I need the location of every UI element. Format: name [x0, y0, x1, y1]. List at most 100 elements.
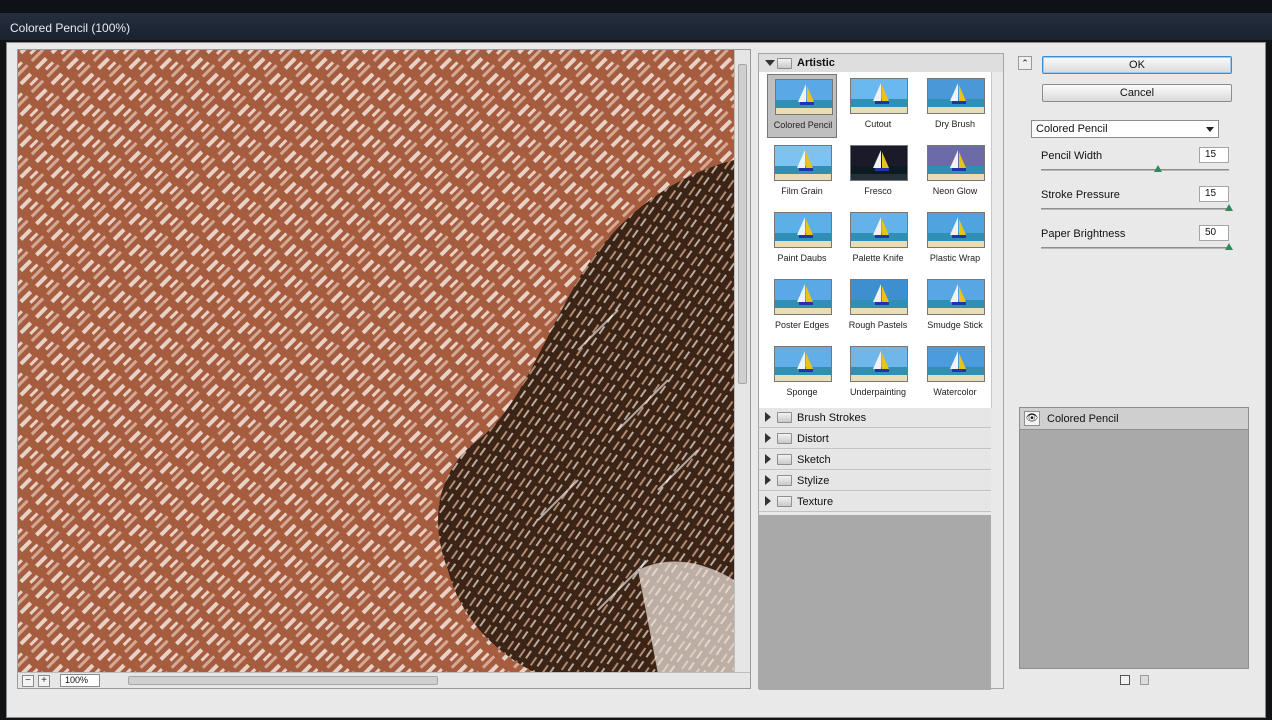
window-titlebar: Colored Pencil (100%) — [0, 0, 1272, 40]
effect-layer-row[interactable]: 👁 Colored Pencil — [1020, 408, 1248, 430]
filter-thumb-rough-pastels[interactable]: Rough Pastels — [843, 275, 913, 339]
filter-thumb-colored-pencil[interactable]: Colored Pencil — [767, 74, 837, 138]
filter-thumb-image — [774, 346, 832, 382]
filter-thumb-image — [927, 78, 985, 114]
filter-thumb-label: Film Grain — [781, 186, 823, 196]
param-slider-knob[interactable] — [1153, 165, 1162, 172]
preview-vertical-scroll-thumb[interactable] — [738, 64, 747, 384]
filter-thumb-label: Palette Knife — [852, 253, 904, 263]
filter-thumb-label: Cutout — [864, 119, 892, 129]
category-label: Brush Strokes — [797, 412, 867, 424]
filter-thumb-image — [927, 346, 985, 382]
filter-thumb-plastic-wrap[interactable]: Plastic Wrap — [920, 208, 990, 272]
filter-thumb-sponge[interactable]: Sponge — [767, 342, 837, 406]
category-label: Stylize — [797, 475, 830, 487]
preview-image[interactable] — [18, 50, 734, 674]
param-label: Paper Brightness — [1041, 228, 1126, 240]
eye-icon[interactable]: 👁 — [1024, 411, 1040, 426]
preview-vertical-scrollbar[interactable] — [734, 50, 750, 674]
collapsed-triangle-icon — [765, 475, 771, 485]
expanded-triangle-icon — [765, 60, 775, 66]
category-stylize[interactable]: Stylize — [759, 471, 991, 491]
filter-thumb-label: Paint Daubs — [777, 253, 827, 263]
param-label: Pencil Width — [1041, 150, 1103, 162]
filter-thumb-label: Rough Pastels — [848, 320, 908, 330]
filter-thumb-neon-glow[interactable]: Neon Glow — [920, 141, 990, 205]
filter-select[interactable]: Colored Pencil — [1031, 120, 1219, 138]
collapsed-triangle-icon — [765, 412, 771, 422]
preview-horizontal-scrollbar[interactable]: − + 100% — [18, 672, 750, 688]
folder-icon — [777, 412, 792, 423]
category-texture[interactable]: Texture — [759, 492, 991, 512]
filter-thumb-underpainting[interactable]: Underpainting — [843, 342, 913, 406]
filter-thumb-image — [927, 145, 985, 181]
param-paper-brightness: Paper Brightness 50 — [1041, 225, 1235, 258]
param-slider-knob[interactable] — [1225, 204, 1233, 211]
preview-pane[interactable]: − + 100% — [17, 49, 751, 689]
effect-layer-label: Colored Pencil — [1047, 413, 1119, 425]
param-slider-track[interactable] — [1041, 247, 1229, 249]
filter-thumb-image — [927, 279, 985, 315]
filter-thumb-dry-brush[interactable]: Dry Brush — [920, 74, 990, 138]
category-label: Texture — [797, 496, 834, 508]
filter-thumb-label: Neon Glow — [932, 186, 978, 196]
filter-thumb-image — [850, 346, 908, 382]
window-title: Colored Pencil (100%) — [10, 21, 131, 35]
param-value-field[interactable]: 15 — [1199, 147, 1229, 163]
category-sketch[interactable]: Sketch — [759, 450, 991, 470]
filter-thumb-fresco[interactable]: Fresco — [843, 141, 913, 205]
category-brush-strokes[interactable]: Brush Strokes — [759, 408, 991, 428]
zoom-out-button[interactable]: − — [22, 675, 34, 687]
filter-thumb-label: Plastic Wrap — [929, 253, 981, 263]
filter-thumb-image — [850, 78, 908, 114]
preview-image-art — [18, 50, 734, 674]
param-pencil-width: Pencil Width 15 — [1041, 147, 1235, 180]
filter-thumb-image — [775, 79, 833, 115]
folder-icon — [777, 58, 792, 69]
collapsed-triangle-icon — [765, 454, 771, 464]
filter-thumb-image — [774, 212, 832, 248]
param-slider-knob[interactable] — [1225, 243, 1233, 250]
filter-thumb-cutout[interactable]: Cutout — [843, 74, 913, 138]
filter-thumb-film-grain[interactable]: Film Grain — [767, 141, 837, 205]
gallery-scrollbar[interactable] — [991, 72, 1003, 408]
filter-thumb-image — [850, 279, 908, 315]
param-slider-track[interactable] — [1041, 208, 1229, 210]
new-effect-layer-icon[interactable] — [1120, 675, 1130, 685]
folder-icon — [777, 433, 792, 444]
category-distort[interactable]: Distort — [759, 429, 991, 449]
zoom-level-field[interactable]: 100% — [60, 674, 100, 687]
cancel-button[interactable]: Cancel — [1042, 84, 1232, 102]
filter-thumb-watercolor[interactable]: Watercolor — [920, 342, 990, 406]
zoom-in-button[interactable]: + — [38, 675, 50, 687]
preview-horizontal-scroll-thumb[interactable] — [128, 676, 438, 685]
filter-thumb-image — [850, 212, 908, 248]
folder-icon — [777, 454, 792, 465]
filter-thumb-poster-edges[interactable]: Poster Edges — [767, 275, 837, 339]
category-artistic[interactable]: Artistic — [759, 54, 1003, 72]
filter-thumb-image — [774, 279, 832, 315]
dropdown-arrow-icon — [1206, 127, 1214, 132]
collapsed-triangle-icon — [765, 433, 771, 443]
filter-thumb-label: Smudge Stick — [927, 320, 983, 330]
folder-icon — [777, 496, 792, 507]
param-stroke-pressure: Stroke Pressure 15 — [1041, 186, 1235, 219]
ok-button[interactable]: OK — [1042, 56, 1232, 74]
filter-thumb-smudge-stick[interactable]: Smudge Stick — [920, 275, 990, 339]
filter-thumb-palette-knife[interactable]: Palette Knife — [843, 208, 913, 272]
param-value-field[interactable]: 50 — [1199, 225, 1229, 241]
collapsed-triangle-icon — [765, 496, 771, 506]
filter-thumb-label: Poster Edges — [774, 320, 830, 330]
filter-gallery-panel: Artistic Colored Pencil Cutout Dry Brush Fi… — [758, 53, 1004, 690]
param-value-field[interactable]: 15 — [1199, 186, 1229, 202]
effect-layers-panel: 👁 Colored Pencil — [1019, 407, 1249, 669]
collapse-gallery-button[interactable]: ⌃ — [1018, 56, 1032, 70]
param-slider-track[interactable] — [1041, 169, 1229, 171]
delete-effect-layer-icon[interactable] — [1140, 675, 1149, 685]
filter-thumb-paint-daubs[interactable]: Paint Daubs — [767, 208, 837, 272]
filter-select-value: Colored Pencil — [1036, 123, 1108, 135]
filter-gallery-dialog: − + 100% Artistic Colored Pencil Cutout Dr… — [6, 42, 1266, 718]
folder-icon — [777, 475, 792, 486]
filter-thumb-label: Dry Brush — [934, 119, 975, 129]
filter-thumb-image — [850, 145, 908, 181]
